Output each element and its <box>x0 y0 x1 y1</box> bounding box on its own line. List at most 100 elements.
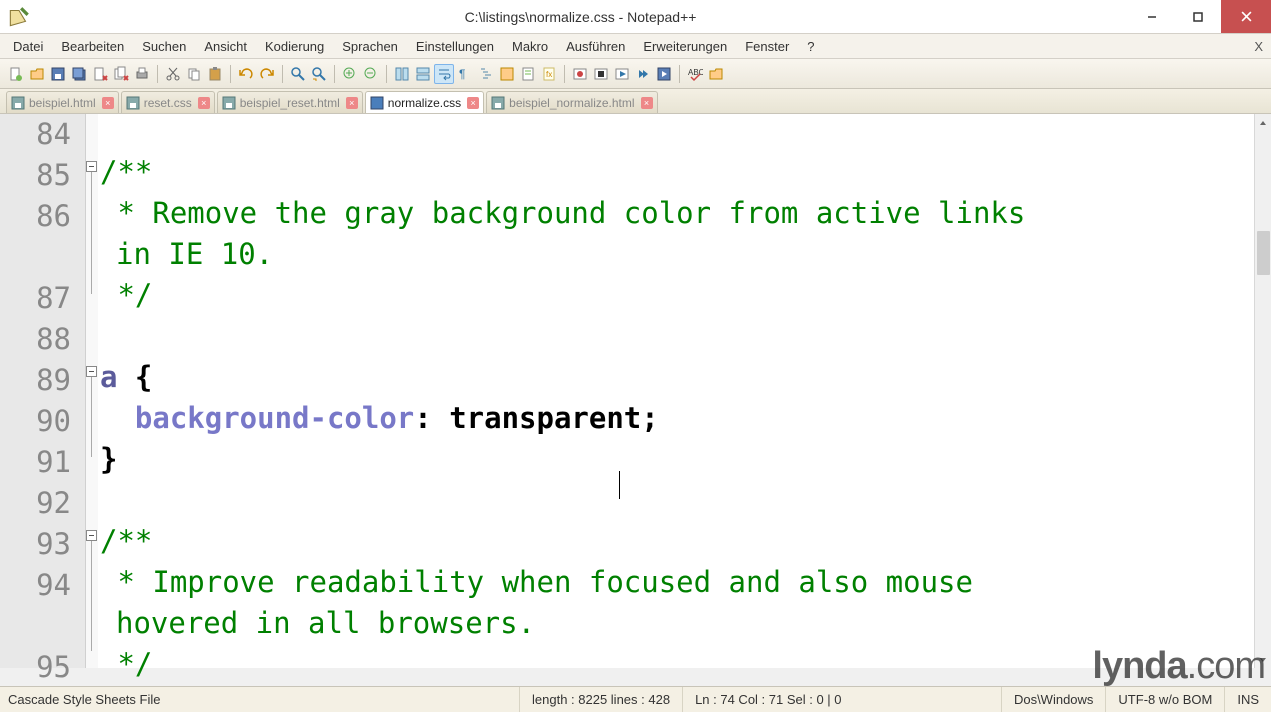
mdi-close-icon[interactable]: X <box>1254 39 1263 54</box>
line-number: 85 <box>0 155 71 196</box>
close-all-icon[interactable] <box>111 64 131 84</box>
status-filetype: Cascade Style Sheets File <box>0 687 520 712</box>
toolbar-btn[interactable] <box>706 64 726 84</box>
file-tab[interactable]: reset.css × <box>121 91 215 113</box>
fold-column <box>86 114 98 668</box>
menu-ansicht[interactable]: Ansicht <box>195 36 256 57</box>
fold-collapse-icon[interactable] <box>86 161 97 172</box>
file-tab-active[interactable]: normalize.css× <box>365 91 484 113</box>
show-all-chars-icon[interactable]: ¶ <box>455 64 475 84</box>
menu-einstellungen[interactable]: Einstellungen <box>407 36 503 57</box>
play-macro-icon[interactable] <box>612 64 632 84</box>
editor: 84 85 86 87 88 89 90 91 92 93 94 95 /** … <box>0 114 1271 668</box>
svg-text:ABC: ABC <box>688 68 703 77</box>
tab-label: beispiel_normalize.html <box>509 96 634 110</box>
line-number: 93 <box>0 524 71 565</box>
new-file-icon[interactable] <box>6 64 26 84</box>
line-number: 89 <box>0 360 71 401</box>
file-tab[interactable]: beispiel.html× <box>6 91 119 113</box>
save-macro-icon[interactable] <box>654 64 674 84</box>
code-text: in IE 10. <box>116 237 273 271</box>
code-text: a <box>100 360 117 394</box>
status-mode: INS <box>1225 687 1271 712</box>
tab-close-icon[interactable]: × <box>467 97 479 109</box>
code-text: */ <box>100 278 152 312</box>
lang-icon[interactable] <box>497 64 517 84</box>
line-number <box>0 237 71 278</box>
minimize-button[interactable] <box>1129 0 1175 33</box>
menu-fenster[interactable]: Fenster <box>736 36 798 57</box>
record-macro-icon[interactable] <box>570 64 590 84</box>
toolbar: ¶ fx ABC <box>0 59 1271 89</box>
status-encoding: UTF-8 w/o BOM <box>1106 687 1225 712</box>
menu-erweiterungen[interactable]: Erweiterungen <box>634 36 736 57</box>
sync-h-icon[interactable] <box>413 64 433 84</box>
fold-collapse-icon[interactable] <box>86 530 97 541</box>
spellcheck-icon[interactable]: ABC <box>685 64 705 84</box>
close-file-icon[interactable] <box>90 64 110 84</box>
scrollbar-track[interactable] <box>1255 131 1271 651</box>
close-button[interactable] <box>1221 0 1271 33</box>
open-file-icon[interactable] <box>27 64 47 84</box>
code-text: : <box>414 401 431 435</box>
code-text: transparent <box>432 401 642 435</box>
paste-icon[interactable] <box>205 64 225 84</box>
window-title: C:\listings\normalize.css - Notepad++ <box>32 9 1129 25</box>
svg-text:¶: ¶ <box>459 67 465 81</box>
menu-bearbeiten[interactable]: Bearbeiten <box>52 36 133 57</box>
find-icon[interactable] <box>288 64 308 84</box>
code-area[interactable]: /** * Remove the gray background color f… <box>98 114 1271 668</box>
tab-close-icon[interactable]: × <box>641 97 653 109</box>
tab-label: reset.css <box>144 96 192 110</box>
redo-icon[interactable] <box>257 64 277 84</box>
func-list-icon[interactable]: fx <box>539 64 559 84</box>
print-icon[interactable] <box>132 64 152 84</box>
menu-makro[interactable]: Makro <box>503 36 557 57</box>
sync-v-icon[interactable] <box>392 64 412 84</box>
play-multi-icon[interactable] <box>633 64 653 84</box>
replace-icon[interactable] <box>309 64 329 84</box>
fold-line <box>91 377 92 457</box>
copy-icon[interactable] <box>184 64 204 84</box>
code-text: ; <box>641 401 658 435</box>
scrollbar-thumb[interactable] <box>1257 231 1270 275</box>
vertical-scrollbar[interactable] <box>1254 114 1271 668</box>
menu-suchen[interactable]: Suchen <box>133 36 195 57</box>
toolbar-separator <box>334 65 335 83</box>
undo-icon[interactable] <box>236 64 256 84</box>
stop-macro-icon[interactable] <box>591 64 611 84</box>
menu-help[interactable]: ? <box>798 36 823 57</box>
menu-ausfuehren[interactable]: Ausführen <box>557 36 634 57</box>
zoom-in-icon[interactable] <box>340 64 360 84</box>
tab-close-icon[interactable]: × <box>198 97 210 109</box>
tab-label: beispiel_reset.html <box>240 96 340 110</box>
line-number-gutter: 84 85 86 87 88 89 90 91 92 93 94 95 <box>0 114 86 668</box>
save-icon[interactable] <box>48 64 68 84</box>
zoom-out-icon[interactable] <box>361 64 381 84</box>
toolbar-separator <box>564 65 565 83</box>
cut-icon[interactable] <box>163 64 183 84</box>
indent-guide-icon[interactable] <box>476 64 496 84</box>
scroll-up-icon[interactable] <box>1255 114 1271 131</box>
menu-kodierung[interactable]: Kodierung <box>256 36 333 57</box>
status-eol: Dos\Windows <box>1002 687 1106 712</box>
wordwrap-icon[interactable] <box>434 64 454 84</box>
toolbar-separator <box>386 65 387 83</box>
window-controls <box>1129 0 1271 33</box>
doc-map-icon[interactable] <box>518 64 538 84</box>
tab-close-icon[interactable]: × <box>102 97 114 109</box>
tab-close-icon[interactable]: × <box>346 97 358 109</box>
maximize-button[interactable] <box>1175 0 1221 33</box>
toolbar-separator <box>679 65 680 83</box>
menu-datei[interactable]: Datei <box>4 36 52 57</box>
file-tab[interactable]: beispiel_normalize.html × <box>486 91 657 113</box>
fold-collapse-icon[interactable] <box>86 366 97 377</box>
code-text: hovered in all browsers. <box>116 606 535 640</box>
code-text: /** <box>100 155 152 189</box>
file-tab[interactable]: beispiel_reset.html × <box>217 91 363 113</box>
menu-sprachen[interactable]: Sprachen <box>333 36 407 57</box>
svg-text:fx: fx <box>546 70 552 79</box>
code-text: * Improve readability when focused and a… <box>100 565 990 599</box>
code-text: /** <box>100 524 152 558</box>
save-all-icon[interactable] <box>69 64 89 84</box>
